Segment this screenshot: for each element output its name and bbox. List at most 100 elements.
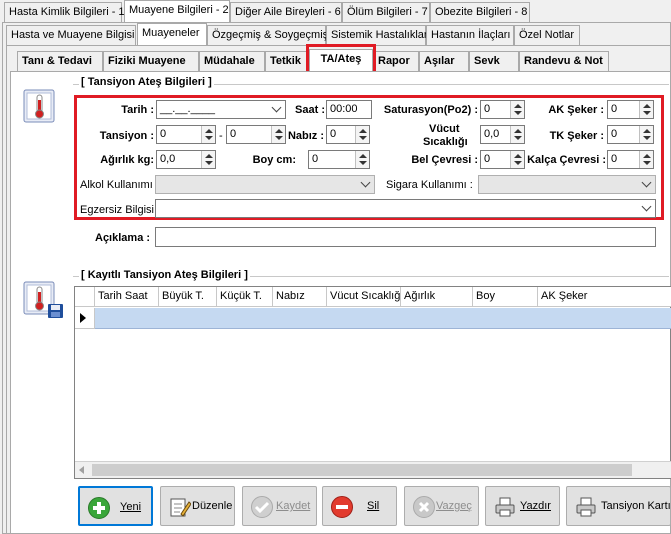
tab-sistemik[interactable]: Sistemik Hastalıklar — [326, 25, 428, 45]
tab-ozgecmis[interactable]: Özgeçmiş & Soygeçmiş — [207, 25, 328, 45]
saat-label: Saat : — [295, 104, 325, 116]
kalca-cevresi-stepper[interactable]: 0 — [607, 150, 654, 169]
thermometer-save-icon — [22, 280, 66, 320]
top-tab-strip: Hasta Kimlik Bilgileri - 1 Muayene Bilgi… — [0, 0, 671, 22]
spin-arrows-icon[interactable] — [355, 151, 369, 168]
chevron-down-icon — [271, 102, 282, 113]
aciklama-field[interactable] — [155, 227, 656, 247]
tab-randevu-not[interactable]: Randevu & Not — [519, 51, 609, 71]
tab-fiziki-muayene[interactable]: Fiziki Muayene — [103, 51, 199, 71]
alkol-select[interactable] — [155, 175, 375, 194]
alkol-label: Alkol Kullanımı : — [80, 179, 159, 191]
tarih-label: Tarih : — [121, 104, 154, 116]
spin-arrows-icon[interactable] — [201, 126, 215, 143]
grid-col-kucuk-t[interactable]: Küçük T. — [217, 287, 273, 307]
chevron-down-icon — [641, 201, 652, 212]
yeni-button[interactable]: Yeni — [78, 486, 153, 526]
current-row-arrow-icon — [80, 313, 86, 323]
scrollbar-thumb[interactable] — [92, 464, 632, 476]
tansiyon-karti-button[interactable]: Tansiyon Kartı — [566, 486, 671, 526]
grid-col-vucut-sicakligi[interactable]: Vücut Sıcaklığı — [327, 287, 403, 307]
grid-col-tarih-saat[interactable]: Tarih Saat — [95, 287, 159, 307]
tk-seker-label: TK Şeker : — [549, 130, 604, 142]
tansiyon-karti-label: Tansiyon Kartı — [601, 500, 671, 512]
spin-arrows-icon[interactable] — [510, 126, 524, 143]
grid-col-boy[interactable]: Boy — [473, 287, 538, 307]
chevron-down-icon — [360, 177, 371, 188]
saat-field[interactable]: 00:00 — [326, 100, 372, 119]
aciklama-label: Açıklama : — [95, 232, 151, 244]
tab-rapor[interactable]: Rapor — [373, 51, 419, 71]
tab-asilar[interactable]: Aşılar — [419, 51, 469, 71]
spin-arrows-icon[interactable] — [201, 151, 215, 168]
duzenle-label: Düzenle — [192, 500, 233, 512]
scroll-left-icon[interactable] — [79, 466, 84, 474]
kaydet-label: Kaydet — [276, 500, 311, 512]
yeni-label: Yeni — [120, 501, 142, 513]
tab-obezite-bilgileri[interactable]: Obezite Bilgileri - 8 — [430, 2, 530, 22]
spin-arrows-icon[interactable] — [271, 126, 285, 143]
tab-olum-bilgileri[interactable]: Ölüm Bilgileri - 7 — [342, 2, 430, 22]
grid-col-buyuk-t[interactable]: Büyük T. — [159, 287, 217, 307]
agirlik-stepper[interactable]: 0,0 — [156, 150, 216, 169]
cancel-icon — [413, 496, 435, 518]
sil-button[interactable]: Sil — [322, 486, 397, 526]
saturasyon-stepper[interactable]: 0 — [480, 100, 525, 119]
tab-hasta-ve-muayene[interactable]: Hasta ve Muayene Bilgisi — [6, 25, 136, 45]
tab-ozel-notlar[interactable]: Özel Notlar — [514, 25, 580, 45]
grid-new-row[interactable] — [95, 308, 671, 329]
grid-col-agirlik[interactable]: Ağırlık — [401, 287, 473, 307]
ak-seker-label: AK Şeker : — [548, 104, 604, 116]
tab-diger-aile[interactable]: Diğer Aile Bireyleri - 6 — [230, 2, 342, 22]
tab-muayene-bilgileri[interactable]: Muayene Bilgileri - 2 — [124, 0, 230, 22]
printer-icon — [575, 496, 597, 518]
kalca-cevresi-label: Kalça Çevresi : — [527, 154, 606, 166]
tab-ilaclari[interactable]: Hastanın İlaçları — [426, 25, 514, 45]
printer-icon — [494, 496, 516, 518]
spin-arrows-icon[interactable] — [355, 126, 369, 143]
boy-stepper[interactable]: 0 — [308, 150, 370, 169]
tansiyon-buyuk-stepper[interactable]: 0 — [156, 125, 216, 144]
tab-sevk[interactable]: Sevk — [469, 51, 519, 71]
tarih-value: __.__.____ — [160, 103, 216, 115]
egzersiz-select[interactable] — [155, 199, 656, 218]
spin-arrows-icon[interactable] — [639, 151, 653, 168]
grid-col-nabiz[interactable]: Nabız — [273, 287, 327, 307]
grid-horizontal-scrollbar[interactable] — [75, 461, 671, 478]
spin-arrows-icon[interactable] — [639, 101, 653, 118]
ak-seker-stepper[interactable]: 0 — [607, 100, 654, 119]
tab-muayeneler[interactable]: Muayeneler — [137, 23, 207, 45]
vazgec-button[interactable]: Vazgeç — [404, 486, 479, 526]
spin-arrows-icon[interactable] — [510, 101, 524, 118]
nabiz-stepper[interactable]: 0 — [326, 125, 370, 144]
vucut-sicakligi-stepper[interactable]: 0,0 — [480, 125, 525, 144]
duzenle-button[interactable]: Düzenle — [160, 486, 235, 526]
check-icon — [251, 496, 273, 518]
agirlik-label: Ağırlık kg: — [100, 154, 154, 166]
tansiyon-kucuk-stepper[interactable]: 0 — [226, 125, 286, 144]
vucut-label-line2: Sıcaklığı — [423, 136, 468, 148]
tab-tani-tedavi[interactable]: Tanı & Tedavi — [17, 51, 103, 71]
spin-arrows-icon[interactable] — [639, 126, 653, 143]
grid-row-selector[interactable] — [75, 308, 95, 329]
tk-seker-stepper[interactable]: 0 — [607, 125, 654, 144]
edit-icon — [169, 496, 192, 518]
sigara-label: Sigara Kullanımı : — [386, 179, 473, 191]
yazdir-label: Yazdır — [520, 500, 551, 512]
tab-mudahale[interactable]: Müdahale — [199, 51, 265, 71]
kaydet-button[interactable]: Kaydet — [242, 486, 317, 526]
saturasyon-label: Saturasyon(Po2) : — [383, 104, 478, 116]
bel-cevresi-stepper[interactable]: 0 — [480, 150, 525, 169]
tab-tetkik[interactable]: Tetkik — [265, 51, 309, 71]
tab-hasta-kimlik[interactable]: Hasta Kimlik Bilgileri - 1 — [4, 2, 125, 22]
grid-col-ak-seker[interactable]: AK Şeker — [538, 287, 671, 307]
kayitli-grid[interactable]: Tarih Saat Büyük T. Küçük T. Nabız Vücut… — [74, 286, 671, 479]
yazdir-button[interactable]: Yazdır — [485, 486, 560, 526]
vazgec-label: Vazgeç — [436, 500, 472, 512]
tansiyon-label: Tansiyon : — [99, 130, 154, 142]
vucut-label-line1: Vücut — [429, 123, 460, 135]
spin-arrows-icon[interactable] — [510, 151, 524, 168]
delete-icon — [331, 496, 353, 518]
tarih-picker[interactable]: __.__.____ — [156, 100, 286, 119]
sigara-select[interactable] — [478, 175, 656, 194]
